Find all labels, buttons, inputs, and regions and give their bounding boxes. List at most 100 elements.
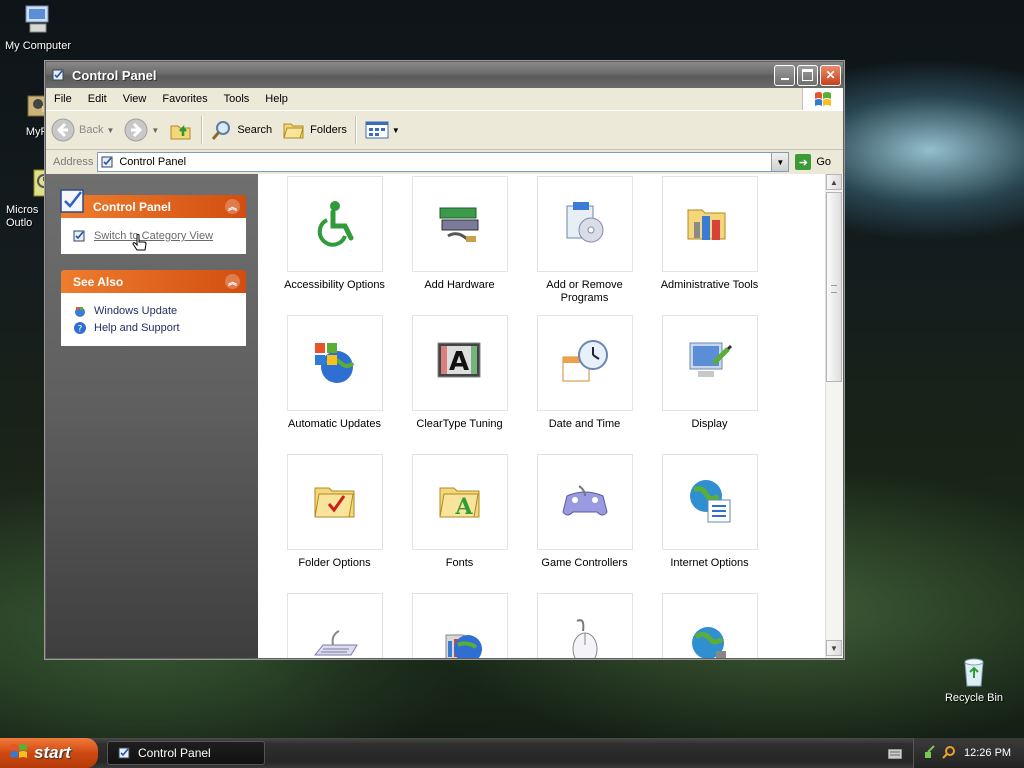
forward-arrow-icon — [124, 118, 148, 142]
cp-item-fonts[interactable]: A Fonts — [397, 454, 522, 593]
panel-title: Control Panel — [93, 199, 172, 214]
menu-tools[interactable]: Tools — [216, 93, 258, 105]
cp-item-folder-options[interactable]: Folder Options — [272, 454, 397, 593]
cp-item-automatic-updates[interactable]: Automatic Updates — [272, 315, 397, 454]
control-panel-icon — [52, 68, 66, 82]
cp-item-network[interactable] — [397, 593, 522, 658]
cp-item-game-controllers[interactable]: Game Controllers — [522, 454, 647, 593]
taskbar-control-panel[interactable]: Control Panel — [107, 741, 265, 765]
cp-item-accessibility-options[interactable]: Accessibility Options — [272, 176, 397, 315]
switch-category-view-label: Switch to Category View — [94, 230, 214, 242]
address-value: Control Panel — [119, 156, 187, 168]
vertical-scrollbar[interactable]: ▲ ▼ — [825, 174, 843, 658]
cp-item-administrative-tools[interactable]: Administrative Tools — [647, 176, 772, 315]
cp-item-cleartype-tuning[interactable]: A ClearType Tuning — [397, 315, 522, 454]
items-view[interactable]: Accessibility Options Add Hardware Add o… — [258, 174, 843, 658]
menu-help[interactable]: Help — [257, 93, 296, 105]
cp-item-label: Internet Options — [670, 557, 749, 569]
network-tray-icon[interactable] — [924, 744, 938, 762]
internet-options-icon — [661, 454, 758, 550]
search-button[interactable]: Search — [206, 115, 277, 145]
close-button[interactable]: ✕ — [820, 64, 841, 86]
menu-view[interactable]: View — [115, 93, 155, 105]
help-support-label: Help and Support — [94, 322, 180, 334]
control-panel-window[interactable]: Control Panel ✕ File Edit View Favorites… — [45, 61, 844, 659]
desktop-icon-label: Recycle Bin — [944, 692, 1004, 704]
back-dropdown-icon[interactable]: ▼ — [106, 126, 114, 135]
go-arrow-icon: ➜ — [795, 154, 812, 170]
go-label: Go — [816, 156, 831, 168]
add-hardware-icon — [411, 176, 508, 272]
address-input[interactable]: Control Panel ▼ — [97, 152, 790, 172]
help-support-link[interactable]: ? Help and Support — [73, 321, 234, 335]
cp-item-keyboard[interactable] — [272, 593, 397, 658]
desktop-icon-outlook[interactable]: Micros Outlo — [0, 168, 46, 230]
cp-item-label: Add Hardware — [424, 279, 495, 291]
toolbar: Back ▼ ▼ Search Folders ▼ — [46, 111, 843, 150]
menu-file[interactable]: File — [46, 93, 80, 105]
cp-item-label: Date and Time — [548, 418, 621, 430]
up-button[interactable] — [164, 115, 198, 145]
minimize-icon — [780, 78, 789, 80]
recycle-bin-icon — [957, 656, 991, 688]
desktop-icon-recycle-bin[interactable]: Recycle Bin — [934, 656, 1014, 704]
cp-item-date-and-time[interactable]: Date and Time — [522, 315, 647, 454]
collapse-icon[interactable]: ︽ — [225, 274, 240, 289]
control-panel-icon — [118, 746, 132, 760]
windows-update-label: Windows Update — [94, 305, 178, 317]
cp-item-mouse[interactable] — [522, 593, 647, 658]
cp-item-internet-options[interactable]: Internet Options — [647, 454, 772, 593]
forward-button[interactable]: ▼ — [119, 115, 164, 145]
svg-text:A: A — [448, 347, 468, 377]
start-button[interactable]: start — [0, 738, 98, 768]
panel-body: Switch to Category View — [61, 218, 246, 254]
svg-text:?: ? — [78, 325, 83, 335]
display-icon — [661, 315, 758, 411]
search-icon — [212, 121, 231, 140]
back-button[interactable]: Back ▼ — [46, 115, 119, 145]
scroll-up-button[interactable]: ▲ — [826, 174, 842, 190]
cp-item-label: Automatic Updates — [288, 418, 381, 430]
maximize-icon — [802, 69, 813, 81]
task-pane: Control Panel ︽ Switch to Category View … — [46, 174, 258, 658]
toolbar-separator — [354, 116, 357, 144]
cp-item-add-hardware[interactable]: Add Hardware — [397, 176, 522, 315]
windows-update-link[interactable]: Windows Update — [73, 304, 234, 318]
cp-item-display[interactable]: Display — [647, 315, 772, 454]
keyboard-tray-icon[interactable] — [887, 748, 903, 762]
folders-button[interactable]: Folders — [277, 115, 352, 145]
svg-text:A: A — [454, 494, 473, 520]
forward-dropdown-icon[interactable]: ▼ — [151, 126, 159, 135]
outlook-icon — [22, 168, 46, 200]
title-bar[interactable]: Control Panel ✕ — [46, 62, 843, 88]
collapse-icon[interactable]: ︽ — [225, 199, 240, 214]
minimize-button[interactable] — [774, 64, 795, 86]
system-tray: 12:26 PM — [913, 738, 1024, 768]
desktop-icon-my-computer[interactable]: My Computer — [0, 4, 78, 52]
menu-edit[interactable]: Edit — [80, 93, 115, 105]
switch-category-view-link[interactable]: Switch to Category View — [73, 229, 234, 243]
cp-item-label: ClearType Tuning — [416, 418, 503, 430]
window-body: Control Panel ︽ Switch to Category View … — [46, 174, 843, 658]
cp-item-add-remove-programs[interactable]: Add or Remove Programs — [522, 176, 647, 315]
search-label: Search — [237, 124, 273, 136]
control-panel-grid: Accessibility Options Add Hardware Add o… — [272, 176, 772, 658]
network-connections-icon — [661, 593, 758, 658]
menu-favorites[interactable]: Favorites — [154, 93, 215, 105]
fonts-icon: A — [411, 454, 508, 550]
folders-icon — [283, 123, 304, 139]
views-dropdown-icon[interactable]: ▼ — [392, 126, 400, 135]
search-tray-icon[interactable] — [942, 745, 956, 762]
see-also-header[interactable]: See Also ︽ — [61, 270, 246, 293]
cp-item-network-connections[interactable] — [647, 593, 772, 658]
cp-item-label: Administrative Tools — [660, 279, 759, 291]
maximize-button[interactable] — [797, 64, 818, 86]
scroll-thumb[interactable] — [826, 192, 842, 382]
clock[interactable]: 12:26 PM — [964, 747, 1011, 759]
scroll-down-button[interactable]: ▼ — [826, 640, 842, 656]
views-button[interactable]: ▼ — [360, 115, 405, 145]
go-button[interactable]: ➜ Go — [795, 154, 831, 170]
cp-item-label: Folder Options — [298, 557, 371, 569]
address-dropdown-icon[interactable]: ▼ — [771, 153, 789, 171]
control-panel-icon — [101, 155, 115, 169]
